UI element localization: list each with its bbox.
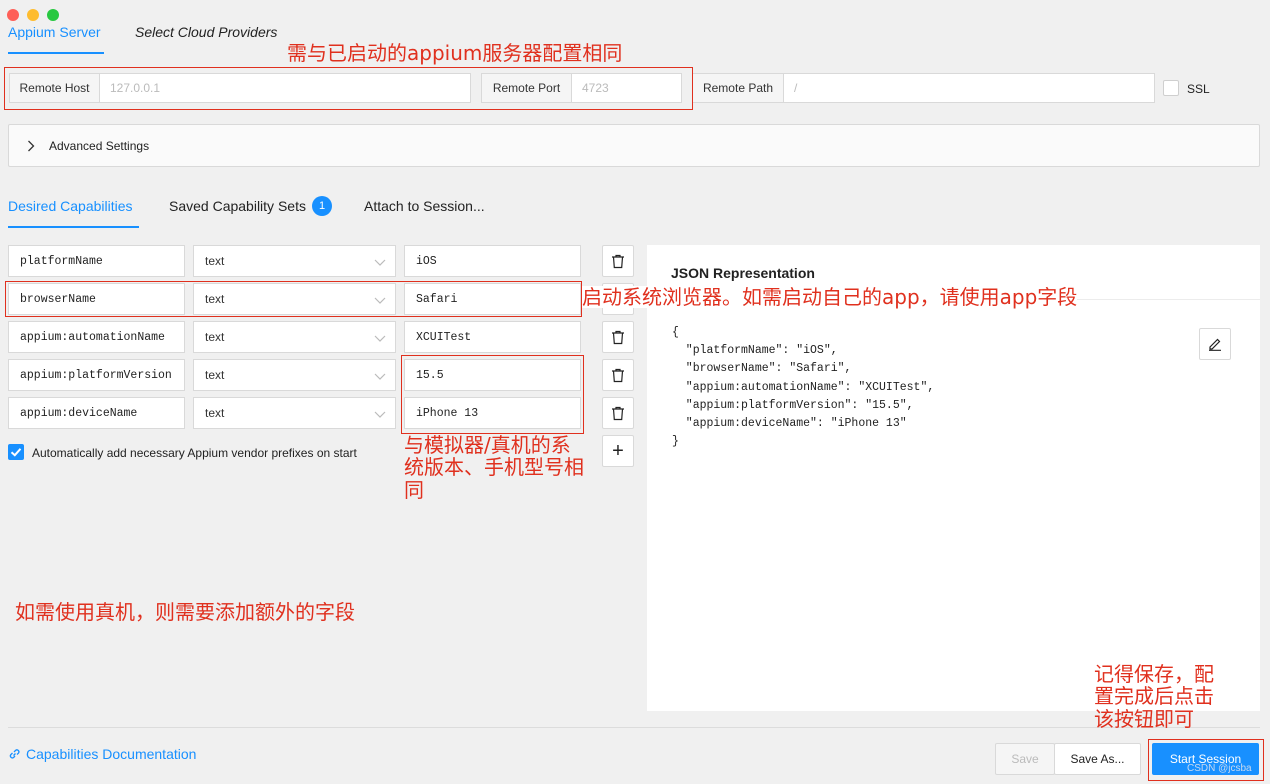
trash-icon [612,254,624,268]
tab-desired-capabilities[interactable]: Desired Capabilities [8,198,133,214]
capability-type-value: text [205,368,225,382]
delete-capability-button[interactable] [602,321,634,353]
capabilities-docs-link[interactable]: Capabilities Documentation [8,746,196,762]
active-cap-tab-underline [8,226,139,228]
edit-pencil-icon [1209,338,1221,351]
chevron-right-icon [27,140,35,155]
tab-saved-capability-sets[interactable]: Saved Capability Sets [169,198,306,214]
chevron-down-icon [374,259,386,266]
ssl-label: SSL [1187,82,1210,96]
json-representation: { "platformName": "iOS", "browserName": … [672,324,934,451]
annotation-version: 与模拟器/真机的系 统版本、手机型号相 同 [404,433,584,502]
json-line: "platformName": "iOS", [672,344,838,358]
saved-count-badge: 1 [312,196,332,216]
json-panel [647,245,1260,711]
chevron-down-icon [374,373,386,380]
annotation-version-line: 与模拟器/真机的系 [404,433,571,457]
delete-capability-button[interactable] [602,359,634,391]
trash-icon [612,368,624,382]
tab-cloud-providers[interactable]: Select Cloud Providers [135,24,277,40]
json-panel-title: JSON Representation [671,265,815,281]
capability-name-input[interactable]: appium:deviceName [8,397,185,429]
capability-type-value: text [205,406,225,420]
ssl-checkbox[interactable] [1163,80,1179,96]
json-line: "browserName": "Safari", [672,362,852,376]
json-line: "appium:deviceName": "iPhone 13" [672,417,907,431]
json-line: } [672,435,679,449]
annotation-box-server [4,67,693,110]
delete-capability-button[interactable] [602,245,634,277]
annotation-server: 需与已启动的appium服务器配置相同 [287,41,623,65]
advanced-settings-label: Advanced Settings [49,139,150,153]
annotation-browser: 启动系统浏览器。如需启动自己的app，请使用app字段 [582,285,1078,309]
annotation-real-device: 如需使用真机，则需要添加额外的字段 [15,600,355,624]
chevron-down-icon [374,411,386,418]
capability-name-input[interactable]: appium:automationName [8,321,185,353]
capabilities-docs-label: Capabilities Documentation [26,746,197,762]
capability-type-select[interactable]: text [193,321,396,353]
trash-icon [612,406,624,420]
annotation-save-line: 记得保存，配 [1094,662,1214,686]
capability-value-input[interactable]: XCUITest [404,321,581,353]
add-capability-button[interactable]: + [602,435,634,467]
maximize-window-button[interactable] [47,9,59,21]
link-icon [9,748,20,759]
annotation-save-line: 置完成后点击 [1094,684,1214,709]
capability-name-input[interactable]: appium:platformVersion [8,359,185,391]
auto-prefix-label: Automatically add necessary Appium vendo… [32,446,357,460]
trash-icon [612,330,624,344]
capability-value-input[interactable]: iOS [404,245,581,277]
edit-json-button[interactable] [1199,328,1231,360]
delete-capability-button[interactable] [602,397,634,429]
chevron-down-icon [374,335,386,342]
capability-name-input[interactable]: platformName [8,245,185,277]
footer-divider [8,727,1260,728]
close-window-button[interactable] [7,9,19,21]
json-line: { [672,326,679,339]
tab-appium-server[interactable]: Appium Server [8,24,101,40]
capability-type-value: text [205,330,225,344]
plus-icon: + [612,439,624,462]
advanced-settings-panel[interactable]: Advanced Settings [8,124,1260,167]
save-as-button[interactable]: Save As... [1054,743,1141,775]
remote-path-input[interactable]: / [783,73,1155,103]
checkmark-icon [10,448,22,457]
annotation-box-version [401,355,584,434]
annotation-save-line: 该按钮即可 [1094,706,1194,731]
auto-prefix-checkbox[interactable] [8,444,24,460]
annotation-box-browser [5,281,582,317]
annotation-box-start [1148,739,1264,781]
capability-type-select[interactable]: text [193,359,396,391]
annotation-version-line: 同 [404,477,424,502]
capability-type-select[interactable]: text [193,397,396,429]
json-line: "appium:automationName": "XCUITest", [672,380,935,394]
active-tab-underline [8,52,104,54]
json-line: "appium:platformVersion": "15.5", [672,398,914,412]
annotation-version-line: 统版本、手机型号相 [404,455,584,480]
annotation-save: 记得保存，配 置完成后点击 该按钮即可 [1094,662,1214,731]
remote-path-label: Remote Path [692,73,784,103]
capability-type-value: text [205,254,225,268]
tab-attach-to-session[interactable]: Attach to Session... [364,198,485,214]
minimize-window-button[interactable] [27,9,39,21]
save-button[interactable]: Save [995,743,1055,775]
capability-type-select[interactable]: text [193,245,396,277]
